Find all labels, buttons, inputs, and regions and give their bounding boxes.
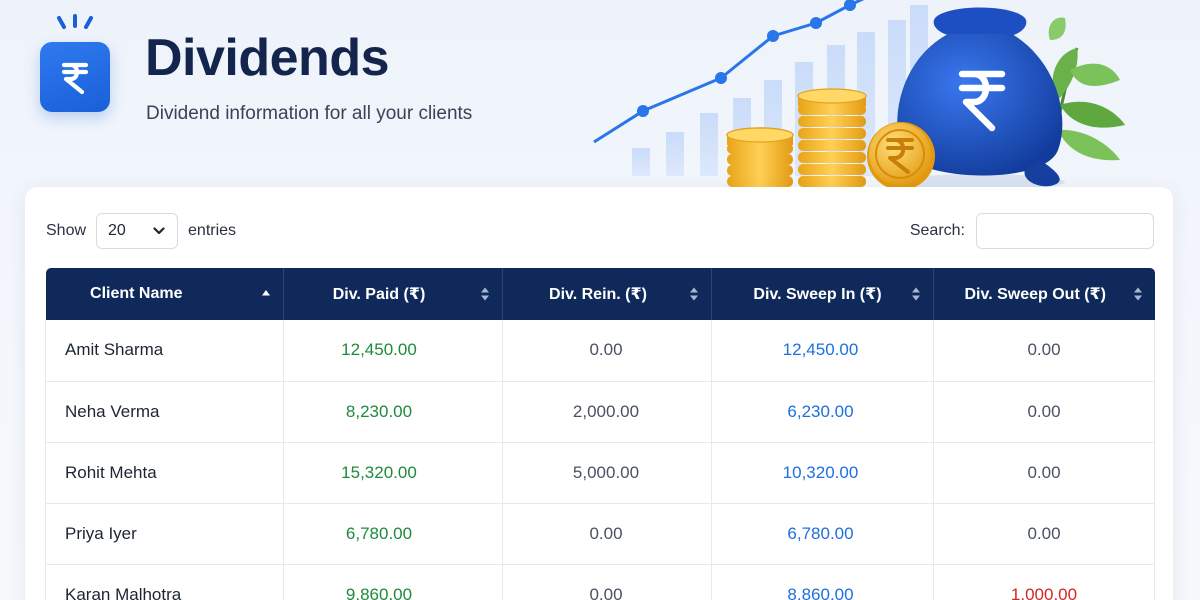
div-paid-value: 9,860.00 [345, 584, 413, 600]
div-rein-value: 5,000.00 [572, 462, 640, 482]
div-rein-value: 0.00 [589, 523, 623, 543]
rupee-icon [40, 42, 110, 112]
column-header-client-name[interactable]: Client Name [45, 268, 284, 320]
div-paid-value: 8,230.00 [345, 401, 413, 421]
div-paid-cell: 6,780.00 [283, 503, 503, 565]
div-paid-value: 6,780.00 [345, 523, 413, 543]
column-header-div-sweep-in[interactable]: Div. Sweep In (₹) [711, 268, 934, 320]
show-label: Show [46, 222, 87, 239]
table-row: Neha Verma 8,230.00 2,000.00 6,230.00 0.… [45, 381, 1155, 443]
table-row: Amit Sharma 12,450.00 0.00 12,450.00 0.0… [45, 320, 1155, 382]
div-sweep-out-cell: 1,000.00 [933, 564, 1155, 600]
div-sweep-in-cell: 6,230.00 [711, 381, 934, 443]
column-header-div-sweep-out[interactable]: Div. Sweep Out (₹) [934, 268, 1155, 320]
page-subtitle: Dividend information for all your client… [146, 103, 473, 124]
div-sweep-in-cell: 12,450.00 [711, 320, 934, 382]
div-paid-cell: 15,320.00 [283, 442, 503, 504]
div-rein-cell: 2,000.00 [502, 381, 712, 443]
hero-illustration [593, 0, 1125, 190]
dividends-table: Client Name Div. Paid (₹) Div. Rein. (₹) [45, 268, 1155, 600]
table-row: Rohit Mehta 15,320.00 5,000.00 10,320.00… [45, 442, 1155, 504]
div-rein-cell: 0.00 [502, 320, 712, 382]
app-logo [40, 14, 110, 112]
column-header-label: Div. Sweep Out (₹) [964, 286, 1106, 303]
div-sweep-in-value: 8,860.00 [787, 584, 854, 600]
div-rein-value: 0.00 [589, 340, 623, 360]
div-sweep-in-cell: 8,860.00 [711, 564, 934, 600]
div-sweep-out-value: 0.00 [1027, 401, 1061, 421]
column-header-label: Client Name [90, 285, 183, 302]
div-sweep-in-value: 6,230.00 [787, 401, 854, 421]
div-sweep-out-value: 0.00 [1027, 462, 1061, 482]
table-row: Priya Iyer 6,780.00 0.00 6,780.00 0.00 [45, 503, 1155, 565]
entries-control: Show 20 entries [46, 213, 236, 249]
logo-rays-icon [57, 14, 93, 29]
div-paid-cell: 12,450.00 [283, 320, 503, 382]
div-sweep-in-value: 10,320.00 [782, 462, 859, 482]
sort-ascending-icon [262, 290, 270, 296]
column-header-div-rein[interactable]: Div. Rein. (₹) [502, 268, 712, 320]
div-rein-cell: 5,000.00 [502, 442, 712, 504]
div-sweep-out-value: 0.00 [1027, 340, 1061, 360]
entries-label: entries [188, 222, 237, 239]
search-label: Search: [909, 222, 965, 239]
div-sweep-in-value: 12,450.00 [782, 340, 859, 360]
coin-stack-right-icon [797, 88, 867, 187]
div-sweep-out-cell: 0.00 [933, 320, 1155, 382]
client-name-cell: Rohit Mehta [45, 442, 284, 504]
client-name-cell: Amit Sharma [45, 320, 284, 382]
sort-icon [481, 287, 489, 301]
client-name-cell: Karan Malhotra [45, 564, 284, 600]
column-header-div-paid[interactable]: Div. Paid (₹) [283, 268, 503, 320]
column-header-label: Div. Paid (₹) [332, 286, 426, 303]
coin-stack-left-icon [726, 127, 794, 187]
div-rein-cell: 0.00 [502, 503, 712, 565]
div-sweep-in-cell: 10,320.00 [711, 442, 934, 504]
search-control: Search: [910, 213, 1154, 249]
div-sweep-out-value: 1,000.00 [1010, 584, 1078, 600]
sort-icon [912, 287, 920, 301]
div-sweep-out-cell: 0.00 [933, 442, 1155, 504]
dividends-card: Show 20 entries Search: Client Name Div.… [25, 187, 1173, 600]
div-paid-value: 12,450.00 [341, 340, 417, 360]
sort-icon [1133, 287, 1142, 301]
chevron-down-icon [153, 227, 165, 235]
entries-select[interactable]: 20 [96, 213, 179, 249]
div-rein-value: 0.00 [589, 584, 623, 600]
div-sweep-in-value: 6,780.00 [787, 523, 854, 543]
client-name-cell: Priya Iyer [45, 503, 284, 565]
column-header-label: Div. Rein. (₹) [549, 286, 647, 303]
div-sweep-out-value: 0.00 [1027, 523, 1061, 543]
div-rein-cell: 0.00 [502, 564, 712, 600]
div-sweep-out-cell: 0.00 [933, 503, 1155, 565]
entries-select-value: 20 [108, 222, 126, 239]
div-sweep-in-cell: 6,780.00 [711, 503, 934, 565]
client-name-cell: Neha Verma [45, 381, 284, 443]
div-rein-value: 2,000.00 [572, 401, 640, 421]
column-header-label: Div. Sweep In (₹) [753, 286, 882, 303]
table-row: Karan Malhotra 9,860.00 0.00 8,860.00 1,… [45, 564, 1155, 600]
rupee-coin-icon [867, 122, 935, 190]
div-paid-cell: 8,230.00 [283, 381, 503, 443]
search-input[interactable] [976, 213, 1154, 249]
page-title: Dividends [145, 29, 390, 87]
table-header-row: Client Name Div. Paid (₹) Div. Rein. (₹) [45, 268, 1155, 320]
sort-icon [690, 287, 698, 301]
div-paid-value: 15,320.00 [341, 462, 417, 482]
div-sweep-out-cell: 0.00 [933, 381, 1155, 443]
div-paid-cell: 9,860.00 [283, 564, 503, 600]
